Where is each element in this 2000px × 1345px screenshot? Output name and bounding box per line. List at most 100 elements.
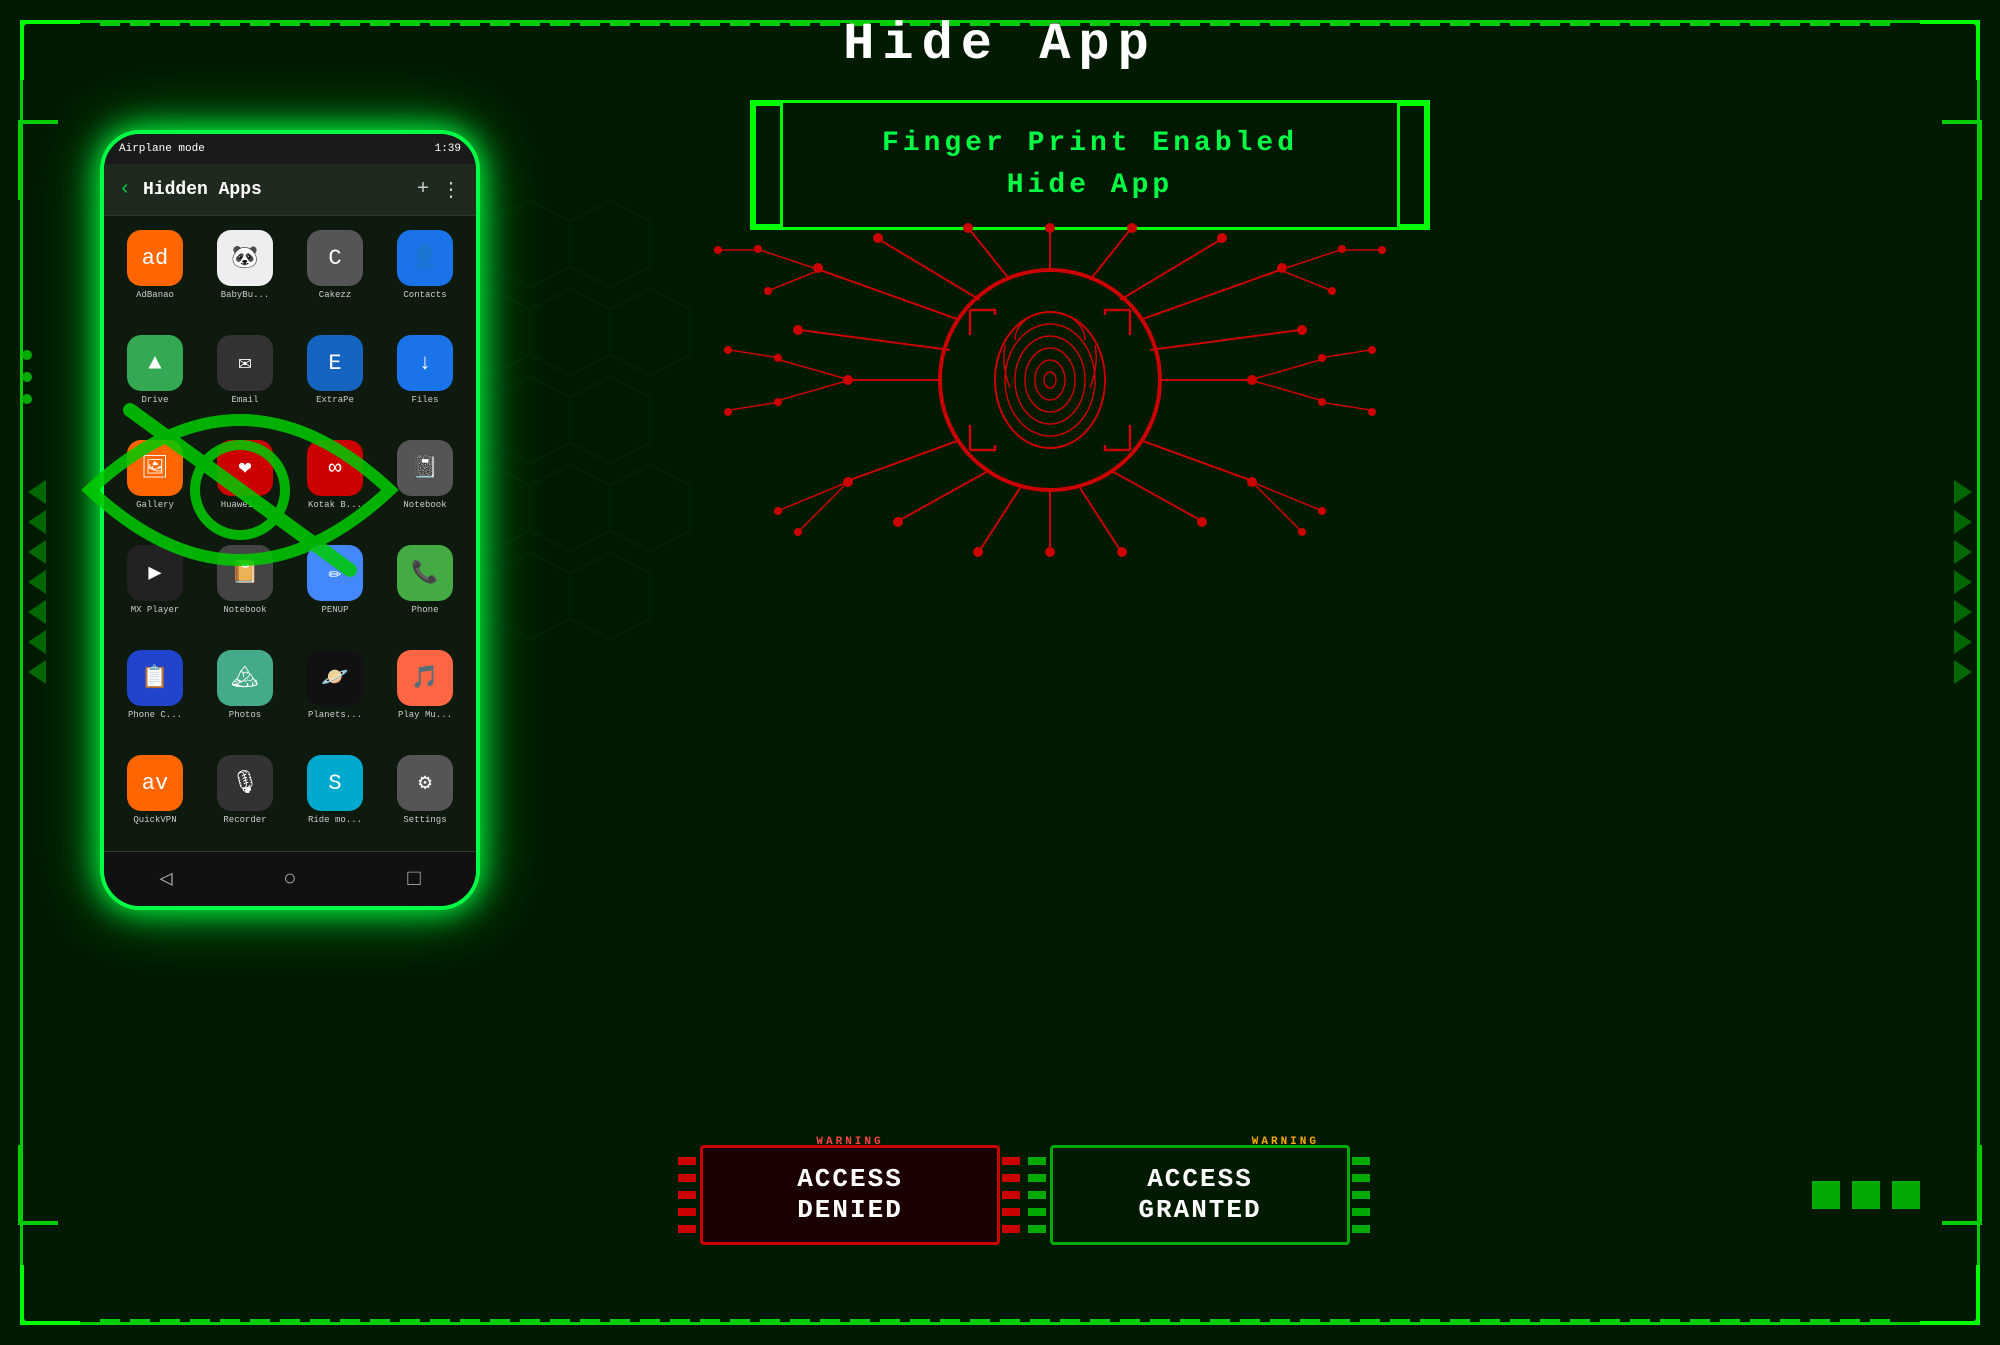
app-item[interactable]: 🪐 Planets... bbox=[292, 644, 378, 745]
app-icon: ❤ bbox=[217, 440, 273, 496]
app-item[interactable]: ❤Huawei... bbox=[202, 434, 288, 535]
app-name: Phone bbox=[386, 605, 464, 615]
app-item[interactable]: 🐼BabyBu... bbox=[202, 224, 288, 325]
app-name: Gallery bbox=[116, 500, 194, 510]
app-item[interactable]: 🖼 Gallery bbox=[112, 434, 198, 535]
app-name: Cakezz bbox=[296, 290, 374, 300]
app-name: MX Player bbox=[116, 605, 194, 615]
denied-left-deco bbox=[678, 1153, 698, 1237]
square-2 bbox=[1852, 1181, 1880, 1209]
app-icon: 🏔 bbox=[217, 650, 273, 706]
app-icon: ▶ bbox=[127, 545, 183, 601]
app-icon: 🖼 bbox=[127, 440, 183, 496]
app-icon: ✏ bbox=[307, 545, 363, 601]
app-item[interactable]: ∞ Kotak B... bbox=[292, 434, 378, 535]
app-item[interactable]: ⚙ Settings bbox=[382, 749, 468, 850]
access-denied-badge: WARNING ACCESS DENIED bbox=[700, 1145, 1000, 1245]
app-icon: 📞 bbox=[397, 545, 453, 601]
nav-recent[interactable]: □ bbox=[407, 867, 420, 892]
app-icon: ⚙ bbox=[397, 755, 453, 811]
granted-warning-label: WARNING bbox=[1244, 1134, 1327, 1150]
access-granted-badge: WARNING ACCESS GRANTED bbox=[1050, 1145, 1350, 1245]
app-icon: 📓 bbox=[397, 440, 453, 496]
app-item[interactable]: ↓ Files bbox=[382, 329, 468, 430]
app-item[interactable]: 🎵 Play Mu... bbox=[382, 644, 468, 745]
screen-title: Hidden Apps bbox=[143, 180, 405, 200]
app-name: Notebook bbox=[206, 605, 284, 615]
app-item[interactable]: ✉Email bbox=[202, 329, 288, 430]
bottom-squares bbox=[1812, 1181, 1920, 1209]
app-item[interactable]: SRide mo... bbox=[292, 749, 378, 850]
app-name: Recorder bbox=[206, 815, 284, 825]
nav-home[interactable]: ○ bbox=[283, 867, 296, 892]
frame-bracket-left-top bbox=[18, 120, 58, 200]
phone-section: Airplane mode 1:39 ‹ Hidden Apps + ⋮ ad A… bbox=[80, 130, 500, 1030]
app-name: Settings bbox=[386, 815, 464, 825]
app-item[interactable]: 📓 Notebook bbox=[382, 434, 468, 535]
add-button[interactable]: + bbox=[417, 178, 429, 201]
corner-br bbox=[1920, 1265, 1980, 1325]
app-icon: 🪐 bbox=[307, 650, 363, 706]
app-name: ExtraPe bbox=[296, 395, 374, 405]
app-item[interactable]: ▶ MX Player bbox=[112, 539, 198, 640]
app-name: Planets... bbox=[296, 710, 374, 720]
app-name: Drive bbox=[116, 395, 194, 405]
denied-text: ACCESS DENIED bbox=[797, 1164, 903, 1226]
back-icon[interactable]: ‹ bbox=[119, 178, 131, 201]
app-icon: E bbox=[307, 335, 363, 391]
app-item[interactable]: 📞 Phone bbox=[382, 539, 468, 640]
square-1 bbox=[1812, 1181, 1840, 1209]
app-icon: 🎵 bbox=[397, 650, 453, 706]
app-item[interactable]: C Cakezz bbox=[292, 224, 378, 325]
app-name: Contacts bbox=[386, 290, 464, 300]
app-name: Play Mu... bbox=[386, 710, 464, 720]
title-bracket-right bbox=[1400, 100, 1430, 230]
menu-button[interactable]: ⋮ bbox=[441, 177, 461, 203]
app-item[interactable]: E ExtraPe bbox=[292, 329, 378, 430]
right-arrows bbox=[1954, 480, 1972, 684]
app-name: Phone C... bbox=[116, 710, 194, 720]
app-item[interactable]: 📋 Phone C... bbox=[112, 644, 198, 745]
denied-warning-label: WARNING bbox=[808, 1134, 891, 1150]
app-name: AdBanao bbox=[116, 290, 194, 300]
app-icon: ▲ bbox=[127, 335, 183, 391]
app-icon: ∞ bbox=[307, 440, 363, 496]
fp-circuit-diagram bbox=[700, 150, 1400, 610]
left-arrows bbox=[28, 480, 46, 684]
app-item[interactable]: 👤Contacts bbox=[382, 224, 468, 325]
app-item[interactable]: 📔 Notebook bbox=[202, 539, 288, 640]
app-item[interactable]: ✏ PENUP bbox=[292, 539, 378, 640]
frame-bracket-left-bottom bbox=[18, 1145, 58, 1225]
granted-text: ACCESS GRANTED bbox=[1138, 1164, 1261, 1226]
frame-bracket-right-top bbox=[1942, 120, 1982, 200]
status-left: Airplane mode bbox=[119, 143, 205, 155]
app-name: Kotak B... bbox=[296, 500, 374, 510]
app-name: Ride mo... bbox=[296, 815, 374, 825]
status-right: 1:39 bbox=[435, 143, 461, 155]
app-icon: 🐼 bbox=[217, 230, 273, 286]
app-icon: 📔 bbox=[217, 545, 273, 601]
app-icon: ad bbox=[127, 230, 183, 286]
app-item[interactable]: ▲ Drive bbox=[112, 329, 198, 430]
app-icon: ↓ bbox=[397, 335, 453, 391]
app-name: QuickVPN bbox=[116, 815, 194, 825]
app-item[interactable]: av QuickVPN bbox=[112, 749, 198, 850]
bottom-border-deco bbox=[100, 1319, 1900, 1325]
app-item[interactable]: 🏔Photos bbox=[202, 644, 288, 745]
nav-back[interactable]: ◁ bbox=[159, 866, 172, 892]
granted-right-deco bbox=[1352, 1153, 1372, 1237]
corner-bl bbox=[20, 1265, 80, 1325]
frame-bracket-right-bottom bbox=[1942, 1145, 1982, 1225]
right-panel: Finger Print Enabled Hide App bbox=[600, 100, 1940, 1265]
phone-title-bar: ‹ Hidden Apps + ⋮ bbox=[104, 164, 476, 216]
app-item[interactable]: 🎙Recorder bbox=[202, 749, 288, 850]
app-item[interactable]: ad AdBanao bbox=[112, 224, 198, 325]
phone-nav-bar: ◁ ○ □ bbox=[104, 851, 476, 906]
app-name: Notebook bbox=[386, 500, 464, 510]
app-icon: C bbox=[307, 230, 363, 286]
granted-left-deco bbox=[1028, 1153, 1048, 1237]
app-name: PENUP bbox=[296, 605, 374, 615]
app-icon: 📋 bbox=[127, 650, 183, 706]
app-icon: av bbox=[127, 755, 183, 811]
app-name: Files bbox=[386, 395, 464, 405]
